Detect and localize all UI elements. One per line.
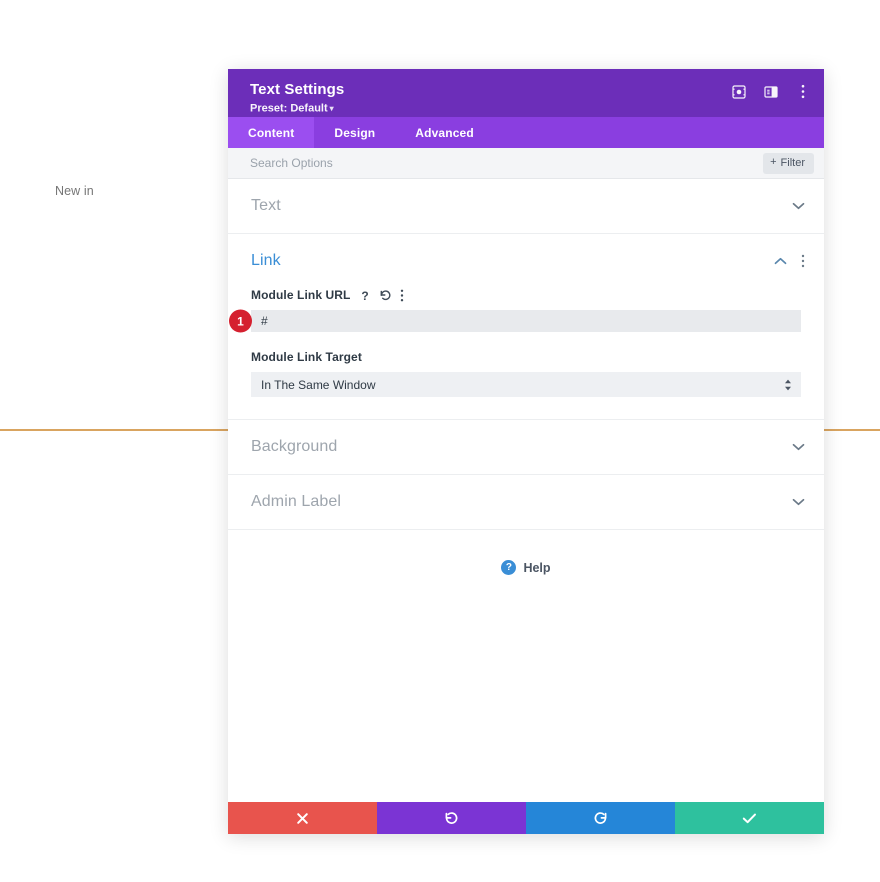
section-link: Link Module Link URL ? 1 # Module Link T… [228,234,824,420]
plus-icon: + [770,156,777,168]
section-text-title: Text [251,197,281,214]
chevron-down-icon: ▾ [329,104,334,113]
tab-content[interactable]: Content [228,117,315,148]
search-options-row: + Filter [228,148,824,179]
chevron-down-icon[interactable] [790,443,806,451]
panel-layout-icon[interactable] [763,84,778,99]
module-link-target-label-row: Module Link Target [251,350,801,364]
module-link-url-input-wrap: 1 [229,309,801,333]
svg-text:?: ? [361,289,368,302]
modal-title: Text Settings [250,81,345,98]
module-link-url-input[interactable] [251,310,801,332]
section-admin-label-title: Admin Label [251,493,342,510]
filter-button[interactable]: + Filter [763,152,814,174]
help-label: Help [523,560,551,575]
tab-advanced[interactable]: Advanced [395,117,494,148]
modal-footer [228,802,824,834]
section-text-header[interactable]: Text [228,179,824,233]
chevron-up-icon[interactable] [772,257,788,265]
help-question-icon: ? [501,560,517,575]
modal-tabbar: Content Design Advanced [228,117,824,148]
module-link-target-label: Module Link Target [251,350,362,364]
section-admin-label: Admin Label [228,475,824,530]
redo-icon [594,811,607,824]
preset-label: Preset: Default [250,102,328,115]
section-link-menu-icon[interactable] [800,254,806,268]
section-admin-label-header[interactable]: Admin Label [228,475,824,529]
section-text: Text [228,179,824,234]
discard-button[interactable] [228,802,377,834]
module-link-url-label: Module Link URL [251,288,351,302]
help-link[interactable]: ? Help [228,530,824,575]
module-link-url-label-row: Module Link URL ? [251,288,801,302]
vertical-dots-icon[interactable] [795,84,810,99]
module-link-target-select[interactable]: In The Same Window [251,372,801,397]
section-link-body: Module Link URL ? 1 # Module Link Target… [228,288,824,419]
undo-icon [445,811,458,824]
module-link-target-block: Module Link Target In The Same Window [251,350,801,397]
help-question-icon[interactable]: ? [359,289,371,302]
step-badge-1: 1 [229,309,252,333]
section-background: Background [228,420,824,475]
page-background-text: New in [55,184,94,198]
module-link-target-select-wrap: In The Same Window [251,372,801,397]
focus-target-icon[interactable] [731,84,746,99]
search-input[interactable] [250,156,764,170]
section-link-title: Link [251,252,281,269]
modal-body: Text Link Module Link URL ? 1 # Module L… [228,179,824,802]
chevron-down-icon[interactable] [790,498,806,506]
chevron-down-icon[interactable] [790,202,806,210]
modal-header: Text Settings Preset: Default ▾ [228,69,824,117]
close-icon [297,812,308,824]
preset-selector[interactable]: Preset: Default ▾ [250,101,806,116]
header-actions [731,84,810,99]
section-link-header[interactable]: Link [228,234,824,288]
vertical-dots-icon[interactable] [400,289,404,302]
screen-root: New in Text Settings Preset: Default ▾ C… [0,0,880,882]
undo-button[interactable] [377,802,526,834]
section-background-header[interactable]: Background [228,420,824,474]
save-button[interactable] [675,802,824,834]
tab-design[interactable]: Design [314,117,395,148]
text-settings-modal: Text Settings Preset: Default ▾ Content … [228,69,824,834]
check-icon [742,813,756,823]
redo-button[interactable] [526,802,675,834]
section-background-title: Background [251,438,338,455]
reset-icon[interactable] [379,289,392,302]
filter-label: Filter [780,156,805,169]
